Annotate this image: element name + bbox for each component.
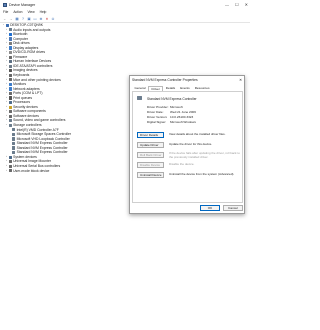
mouse-icon [8, 78, 12, 82]
device-name: Standard NVM Express Controller [147, 96, 197, 101]
ide-icon [8, 64, 12, 68]
properties-icon[interactable]: ▦ [15, 17, 19, 21]
processor-icon [8, 100, 12, 105]
storage-icon [12, 137, 16, 141]
storage-icon [12, 132, 16, 136]
field-driver-date: Driver Date: Wed 21 June 2006 [147, 110, 196, 114]
update-driver-button[interactable]: Update Driver [137, 142, 164, 148]
printer-icon [8, 96, 12, 100]
monitor-icon [8, 82, 12, 86]
port-icon [8, 91, 12, 96]
disable-device-desc: Disable the device. [169, 162, 195, 166]
maximize-button[interactable]: ☐ [235, 2, 239, 7]
usb-icon [8, 164, 12, 168]
network-icon [8, 87, 12, 91]
field-value: Microsoft [170, 105, 183, 109]
update-driver-icon[interactable]: ⊙ [51, 17, 55, 21]
tree-category-item[interactable]: › User-mode block device [2, 169, 132, 174]
disk-icon [8, 41, 12, 46]
chevron-right-icon[interactable]: › [5, 169, 8, 174]
storage-icon [8, 123, 12, 127]
dvd-icon [8, 50, 12, 55]
cancel-button[interactable]: Cancel [223, 205, 243, 211]
menu-action[interactable]: Action [13, 10, 22, 14]
monitor-icon[interactable]: ▭ [33, 17, 37, 21]
device-manager-app-icon [3, 2, 7, 7]
back-arrow-icon[interactable]: ← [3, 17, 7, 21]
ok-button[interactable]: OK [200, 205, 220, 211]
system-icon [8, 155, 12, 159]
dialog-title: Standard NVM Express Controller Properti… [132, 77, 198, 82]
window-controls: — ☐ ✕ [225, 2, 248, 7]
bluetooth-icon [8, 32, 12, 36]
update-driver-desc: Update the driver for this device. [169, 142, 213, 146]
field-value: 10.0.26100.3323 [170, 115, 194, 119]
field-value: Wed 21 June 2006 [170, 110, 196, 114]
tree-item-label: User-mode block device [13, 168, 50, 173]
driver-details-button[interactable]: Driver Details [137, 132, 164, 138]
field-label: Digital Signer: [147, 120, 167, 124]
menu-view[interactable]: View [27, 10, 34, 14]
help-icon[interactable]: ? [21, 17, 25, 21]
storage-icon [12, 146, 16, 150]
dialog-close-icon[interactable]: ✕ [239, 78, 242, 82]
disable-device-button[interactable]: Disable Device [137, 162, 164, 168]
device-tree: ⌄ DESKTOP-C0TQN9K › Audio inputs and output… [2, 23, 132, 173]
title-bar: Device Manager [0, 0, 250, 9]
storage-icon [12, 141, 16, 146]
menu-help[interactable]: Help [40, 10, 47, 14]
field-value: Microsoft Windows [170, 120, 196, 124]
driver-tab-panel: Standard NVM Express Controller Driver P… [132, 91, 243, 203]
computer-icon [8, 37, 12, 41]
camera-icon [8, 69, 12, 73]
uninstall-device-desc: Uninstall the device from the system (Ad… [169, 172, 235, 176]
sound-icon [8, 119, 12, 123]
audio-icon [8, 28, 12, 32]
storage-icon [12, 150, 16, 155]
hid-icon [8, 60, 12, 64]
forward-arrow-icon[interactable]: → [9, 17, 13, 21]
driver-details-desc: View details about the installed driver … [169, 132, 226, 136]
software-icon [8, 114, 12, 118]
field-label: Driver Provider: [147, 105, 169, 109]
security-icon [8, 105, 12, 109]
keyboard-icon [8, 73, 12, 77]
properties-dialog: Standard NVM Express Controller Properti… [129, 75, 245, 214]
field-label: Driver Date: [147, 110, 164, 114]
computer-icon [5, 23, 9, 27]
scan-icon[interactable]: ▣ [27, 17, 31, 21]
firmware-icon [8, 55, 12, 59]
field-digital-signer: Digital Signer: Microsoft Windows [147, 120, 196, 124]
roll-back-driver-desc: If the device fails after updating the d… [169, 151, 240, 159]
menu-file[interactable]: File [3, 10, 8, 14]
roll-back-driver-button[interactable]: Roll Back Driver [137, 152, 164, 158]
storage-icon [12, 128, 16, 132]
field-label: Driver Version: [147, 115, 168, 119]
window-title: Device Manager [9, 2, 36, 7]
toolbar: ← → ▦? ▣ ▭ ⊕ ✕ ⊙ [0, 15, 55, 22]
display-icon [8, 46, 12, 50]
close-button[interactable]: ✕ [245, 2, 248, 7]
uninstall-device-button[interactable]: Uninstall Device [137, 172, 164, 178]
field-driver-provider: Driver Provider: Microsoft [147, 105, 183, 109]
software-icon [8, 110, 12, 114]
image-mounter-icon [8, 160, 12, 164]
block-device-icon [8, 169, 12, 173]
minimize-button[interactable]: — [225, 2, 229, 7]
disable-icon[interactable]: ✕ [45, 17, 49, 21]
storage-controller-icon [137, 96, 142, 100]
field-driver-version: Driver Version: 10.0.26100.3323 [147, 115, 193, 119]
chevron-down-icon[interactable]: ⌄ [5, 123, 8, 128]
add-driver-icon[interactable]: ⊕ [39, 17, 43, 21]
